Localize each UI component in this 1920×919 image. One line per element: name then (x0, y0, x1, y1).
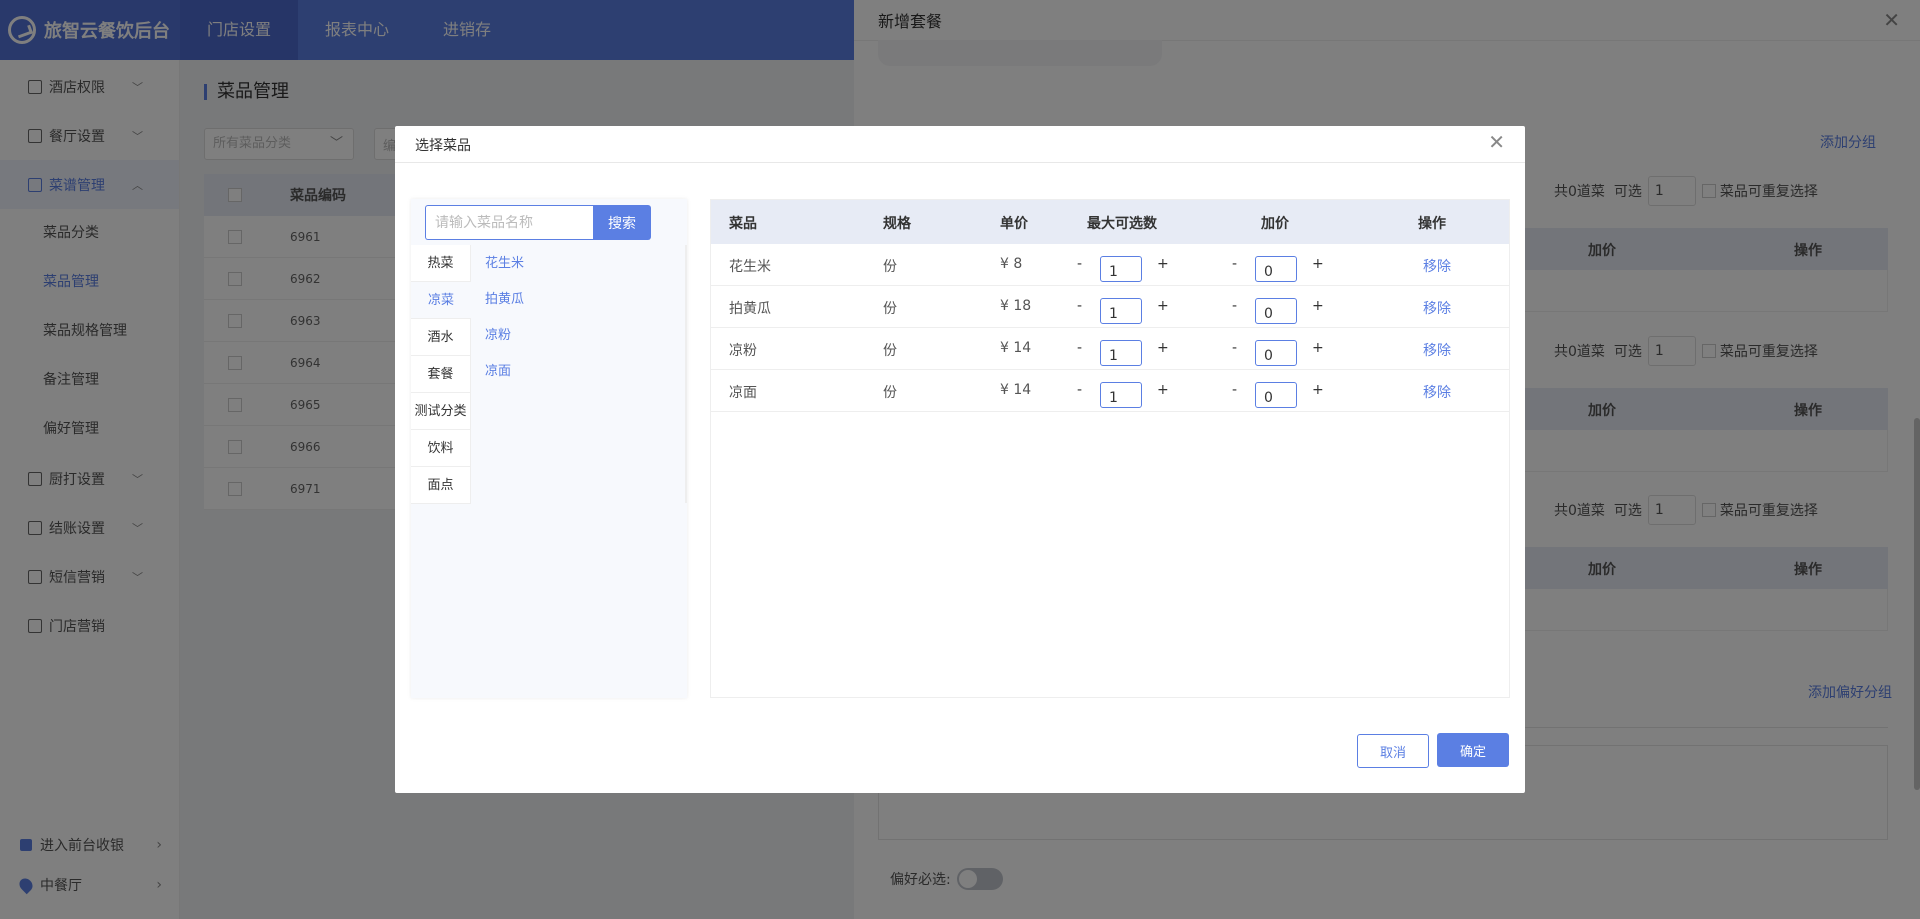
search-button[interactable]: 搜索 (593, 205, 651, 240)
dish-search-input[interactable] (425, 205, 593, 240)
table-header: 菜品 规格 单价 最大可选数 加价 操作 (711, 200, 1509, 244)
max-minus-button[interactable]: - (1077, 256, 1082, 272)
dish-name: 凉粉 (729, 343, 757, 359)
extra-minus-button[interactable]: - (1232, 256, 1237, 272)
dish-price: ¥ 14 (1000, 382, 1032, 398)
dish-price: ¥ 14 (1000, 340, 1032, 356)
dish-spec: 份 (883, 343, 897, 359)
column-header-max: 最大可选数 (1087, 216, 1157, 232)
category-item-beverage[interactable]: 饮料 (411, 430, 471, 467)
confirm-button[interactable]: 确定 (1437, 733, 1509, 767)
extra-price-input[interactable]: 0 (1255, 256, 1297, 282)
extra-plus-button[interactable]: + (1312, 298, 1324, 314)
dish-option[interactable]: 花生米 (485, 251, 524, 287)
category-item-hot[interactable]: 热菜 (411, 245, 471, 282)
extra-minus-button[interactable]: - (1232, 382, 1237, 398)
table-row: 凉面 份 ¥ 14 - 1 + - 0 + 移除 (711, 370, 1509, 412)
extra-price-input[interactable]: 0 (1255, 382, 1297, 408)
dish-option[interactable]: 凉面 (485, 359, 524, 395)
max-count-input[interactable]: 1 (1100, 382, 1142, 408)
column-header-price: 单价 (1000, 216, 1028, 232)
search-row: 搜索 (425, 205, 651, 240)
dish-spec: 份 (883, 385, 897, 401)
extra-plus-button[interactable]: + (1312, 256, 1324, 272)
modal-header: 选择菜品 ✕ (395, 126, 1525, 163)
max-count-input[interactable]: 1 (1100, 256, 1142, 282)
max-plus-button[interactable]: + (1157, 256, 1169, 272)
select-dish-modal: 选择菜品 ✕ 搜索 热菜 凉菜 酒水 套餐 测试分类 饮料 面点 花生米 拍黄瓜… (395, 126, 1525, 793)
max-minus-button[interactable]: - (1077, 298, 1082, 314)
column-header-spec: 规格 (883, 216, 911, 232)
max-plus-button[interactable]: + (1157, 340, 1169, 356)
column-header-dish: 菜品 (729, 216, 757, 232)
max-count-input[interactable]: 1 (1100, 340, 1142, 366)
dish-option[interactable]: 凉粉 (485, 323, 524, 359)
dish-name: 花生米 (729, 259, 771, 275)
dish-list: 花生米 拍黄瓜 凉粉 凉面 (485, 251, 524, 395)
dish-price: ¥ 8 (1000, 256, 1023, 272)
dish-option[interactable]: 拍黄瓜 (485, 287, 524, 323)
max-plus-button[interactable]: + (1157, 382, 1169, 398)
category-item-cold[interactable]: 凉菜 (411, 282, 471, 319)
selected-dishes-table: 菜品 规格 单价 最大可选数 加价 操作 花生米 份 ¥ 8 - 1 + - 0… (710, 199, 1510, 698)
table-row: 凉粉 份 ¥ 14 - 1 + - 0 + 移除 (711, 328, 1509, 370)
dish-picker-panel: 搜索 热菜 凉菜 酒水 套餐 测试分类 饮料 面点 花生米 拍黄瓜 凉粉 凉面 (411, 199, 687, 698)
extra-price-input[interactable]: 0 (1255, 298, 1297, 324)
table-row: 花生米 份 ¥ 8 - 1 + - 0 + 移除 (711, 244, 1509, 286)
remove-link[interactable]: 移除 (1423, 340, 1451, 360)
extra-plus-button[interactable]: + (1312, 340, 1324, 356)
category-list: 热菜 凉菜 酒水 套餐 测试分类 饮料 面点 (411, 245, 471, 504)
table-row: 拍黄瓜 份 ¥ 18 - 1 + - 0 + 移除 (711, 286, 1509, 328)
max-minus-button[interactable]: - (1077, 382, 1082, 398)
dish-price: ¥ 18 (1000, 298, 1032, 314)
dish-spec: 份 (883, 301, 897, 317)
modal-title: 选择菜品 (415, 138, 471, 154)
remove-link[interactable]: 移除 (1423, 382, 1451, 402)
max-minus-button[interactable]: - (1077, 340, 1082, 356)
category-item-combo[interactable]: 套餐 (411, 356, 471, 393)
extra-minus-button[interactable]: - (1232, 340, 1237, 356)
max-plus-button[interactable]: + (1157, 298, 1169, 314)
category-item-test[interactable]: 测试分类 (411, 393, 471, 430)
remove-link[interactable]: 移除 (1423, 298, 1451, 318)
divider (685, 245, 687, 503)
cancel-button[interactable]: 取消 (1357, 734, 1429, 768)
dish-name: 拍黄瓜 (729, 301, 771, 317)
dish-spec: 份 (883, 259, 897, 275)
extra-price-input[interactable]: 0 (1255, 340, 1297, 366)
remove-link[interactable]: 移除 (1423, 256, 1451, 276)
column-header-action: 操作 (1418, 216, 1446, 232)
max-count-input[interactable]: 1 (1100, 298, 1142, 324)
extra-plus-button[interactable]: + (1312, 382, 1324, 398)
dish-name: 凉面 (729, 385, 757, 401)
category-item-noodles[interactable]: 面点 (411, 467, 471, 504)
close-icon[interactable]: ✕ (1488, 132, 1505, 152)
extra-minus-button[interactable]: - (1232, 298, 1237, 314)
category-item-drinks[interactable]: 酒水 (411, 319, 471, 356)
column-header-extra: 加价 (1261, 216, 1289, 232)
